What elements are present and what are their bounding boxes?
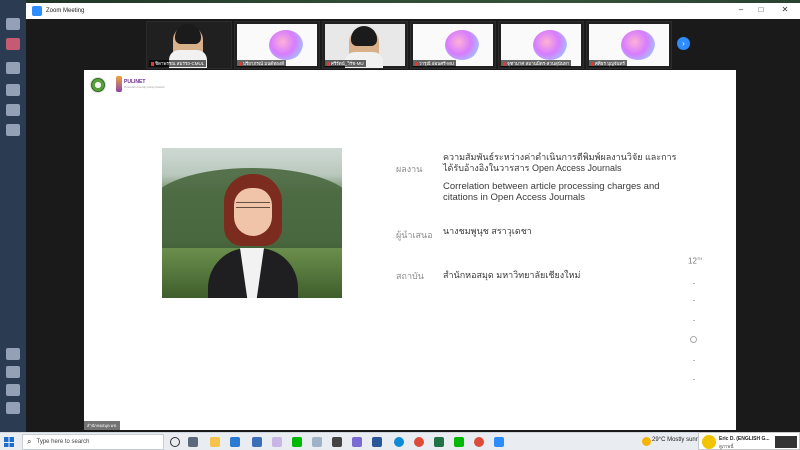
- task-view-icon[interactable]: [188, 437, 198, 447]
- app-icon[interactable]: [352, 437, 362, 447]
- shared-slide: PULINET Provincial University Library Ne…: [84, 70, 736, 430]
- mail-icon[interactable]: [252, 437, 262, 447]
- taskbar-search[interactable]: ⌕ Type here to search: [22, 434, 164, 450]
- files-icon[interactable]: [6, 104, 20, 116]
- taskbar: ⌕ Type here to search 29°C Mostly sunny: [0, 432, 800, 450]
- presenter-name: นางชมพูนุช สราวุเดชา: [443, 226, 532, 236]
- search-input[interactable]: Type here to search: [36, 439, 89, 445]
- toast-sender: Eric D. (ENGLISH G...: [719, 436, 770, 442]
- work-title-thai: ความสัมพันธ์ระหว่างค่าดำเนินการตีพิมพ์ผล…: [443, 152, 677, 173]
- participant-tile[interactable]: ศรีรัตน์_วิรัช-MU: [322, 21, 408, 69]
- muted-mic-icon: [591, 61, 594, 66]
- conference-number: 12TH: [688, 256, 703, 266]
- minimize-button[interactable]: –: [734, 5, 748, 14]
- muted-mic-icon: [415, 61, 418, 66]
- participant-tile[interactable]: ชิดาพรรณ สมรรถ-CMUL: [146, 21, 232, 69]
- meeting-icon[interactable]: [6, 124, 20, 136]
- zoom-logo-icon: [32, 6, 42, 16]
- speaker-icon[interactable]: [6, 402, 20, 414]
- zoom-window: Zoom Meeting – □ ✕ ชิดาพรรณ สมรรถ-CMUL ป…: [26, 3, 800, 432]
- participant-name: ชิดาพรรณ สมรรถ-CMUL: [149, 60, 207, 67]
- participant-tile[interactable]: วารุณี อ่อนศรี-MU: [410, 21, 496, 69]
- slide-source-tag: สำนักหอสมุด มช.: [84, 421, 121, 430]
- store-icon[interactable]: [230, 437, 240, 447]
- participant-name: จุฑามาศ สมานมิตร-สวนสุนันทา: [501, 60, 572, 67]
- work-title-english: Correlation between article processing c…: [443, 181, 660, 203]
- notification-toast[interactable]: Eric D. (ENGLISH G... ดูภาพนี้: [698, 432, 800, 450]
- file-explorer-icon[interactable]: [210, 437, 220, 447]
- host-app-sidebar: [0, 0, 26, 432]
- avatar: [702, 435, 716, 449]
- line-icon[interactable]: [454, 437, 464, 447]
- participant-gallery: ชิดาพรรณ สมรรถ-CMUL ปรียาภรณ์ มนต์ทองดี …: [146, 21, 676, 69]
- participant-name: ศรีรัตน์_วิรัช-MU: [325, 60, 366, 67]
- app-icon[interactable]: [312, 437, 322, 447]
- close-button[interactable]: ✕: [778, 5, 792, 14]
- windows-start-icon[interactable]: [4, 437, 14, 447]
- maximize-button[interactable]: □: [754, 5, 768, 14]
- line-icon[interactable]: [292, 437, 302, 447]
- toast-message: ดูภาพนี้: [719, 444, 734, 449]
- institution-name: สำนักหอสมุด มหาวิทยาลัยเชียงใหม่: [443, 270, 581, 280]
- chrome-icon[interactable]: [414, 437, 424, 447]
- muted-mic-icon: [239, 61, 242, 66]
- window-title: Zoom Meeting: [46, 8, 85, 14]
- app-icon[interactable]: [272, 437, 282, 447]
- chat-icon[interactable]: [6, 38, 20, 50]
- person-icon[interactable]: [6, 18, 20, 30]
- participant-tile[interactable]: ศศิธร บุญจันทร์: [586, 21, 672, 69]
- muted-mic-icon: [327, 61, 330, 66]
- university-seal-icon: [90, 77, 106, 93]
- app-icon[interactable]: [332, 437, 342, 447]
- pulinet-logo: PULINET Provincial University Library Ne…: [116, 76, 165, 94]
- crop-icon[interactable]: [6, 366, 20, 378]
- muted-mic-icon: [151, 61, 154, 66]
- participant-name: วารุณี อ่อนศรี-MU: [413, 60, 457, 67]
- contacts-icon[interactable]: [6, 62, 20, 74]
- next-page-button[interactable]: ›: [677, 37, 690, 50]
- participant-tile[interactable]: ปรียาภรณ์ มนต์ทองดี: [234, 21, 320, 69]
- sun-icon: [642, 437, 651, 446]
- participant-name: ศศิธร บุญจันทร์: [589, 60, 627, 67]
- work-label: ผลงาน: [396, 164, 423, 174]
- presenter-photo: [162, 148, 342, 298]
- bookmark-icon[interactable]: [6, 384, 20, 396]
- slide-logos: PULINET Provincial University Library Ne…: [90, 76, 165, 94]
- zoom-icon[interactable]: [494, 437, 504, 447]
- excel-icon[interactable]: [434, 437, 444, 447]
- cortana-icon[interactable]: [170, 437, 180, 447]
- edge-icon[interactable]: [394, 437, 404, 447]
- participant-tile[interactable]: จุฑามาศ สมานมิตร-สวนสุนันทา: [498, 21, 584, 69]
- toast-thumbnail: [775, 436, 797, 448]
- title-bar: Zoom Meeting – □ ✕: [26, 3, 800, 19]
- timeline-marker: [690, 336, 697, 343]
- institution-label: สถาบัน: [396, 271, 424, 281]
- word-icon[interactable]: [372, 437, 382, 447]
- chrome-icon[interactable]: [474, 437, 484, 447]
- search-icon: ⌕: [27, 437, 32, 446]
- muted-mic-icon: [503, 61, 506, 66]
- participant-name: ปรียาภรณ์ มนต์ทองดี: [237, 60, 286, 67]
- phone-icon[interactable]: [6, 84, 20, 96]
- presenter-label: ผู้นำเสนอ: [396, 230, 433, 240]
- weather-status[interactable]: 29°C Mostly sunny: [652, 437, 702, 443]
- video-icon[interactable]: [6, 348, 20, 360]
